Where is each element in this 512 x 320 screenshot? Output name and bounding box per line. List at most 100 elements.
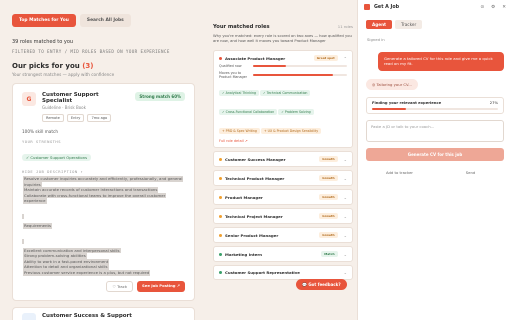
skill-chip: + PRD & Spec Writing bbox=[219, 128, 260, 134]
coach-input[interactable]: Paste a JD or talk to your coach... bbox=[366, 119, 504, 142]
progress-fill bbox=[372, 107, 407, 110]
role-name: Technical Project Manager bbox=[225, 213, 283, 219]
job-title-second[interactable]: Customer Success & Support bbox=[42, 313, 132, 319]
chevron-down-icon[interactable]: ⌄ bbox=[344, 252, 347, 257]
role-header: Marketing Intern Match ⌄ bbox=[219, 251, 347, 257]
role-badge: Growth bbox=[319, 194, 338, 200]
role-item[interactable]: Senior Product Manager Growth ⌄ bbox=[213, 227, 353, 243]
company-logo-second bbox=[22, 312, 36, 320]
progress-percent: 27% bbox=[489, 100, 498, 105]
skill-chip: ✓ Technical Communication bbox=[260, 90, 311, 96]
strengths-label: YOUR STRENGTHS bbox=[22, 139, 62, 144]
role-header: Senior Product Manager Growth ⌄ bbox=[219, 232, 347, 238]
settings-icon[interactable]: ⚙ bbox=[491, 5, 495, 10]
close-icon[interactable]: ✕ bbox=[502, 5, 506, 10]
chevron-down-icon[interactable]: ⌄ bbox=[344, 270, 347, 275]
app-logo-icon bbox=[364, 4, 370, 10]
qualified-bar-track bbox=[253, 65, 347, 67]
role-badge: Growth bbox=[319, 175, 338, 181]
chevron-down-icon[interactable]: ⌄ bbox=[344, 233, 347, 238]
role-badge: Growth bbox=[319, 156, 338, 162]
role-status-dot bbox=[219, 214, 222, 218]
role-badge: Growth bbox=[319, 213, 338, 219]
role-name: Associate Product Manager bbox=[225, 55, 286, 61]
chevron-down-icon[interactable]: ⌄ bbox=[344, 214, 347, 219]
agent-status-text: Tailoring your CV... bbox=[376, 81, 412, 87]
add-to-tracker-button[interactable]: Add to tracker bbox=[366, 167, 433, 178]
moves-bar: Moves you to Product Manager bbox=[219, 71, 347, 79]
chevron-up-icon[interactable]: ⌃ bbox=[344, 56, 347, 61]
tab-agent[interactable]: Agent bbox=[366, 20, 393, 29]
agent-status: ◎ Tailoring your CV... bbox=[366, 78, 418, 90]
description-line-wrap: Previous customer service experience is … bbox=[22, 269, 185, 276]
matched-roles-intro: Why you're matched: every role is scored… bbox=[213, 34, 352, 43]
moves-bar-label: Moves you to Product Manager bbox=[219, 71, 248, 79]
picks-count: (3) bbox=[82, 62, 94, 70]
job-card-second-header: Customer Success & Support bbox=[22, 312, 185, 320]
role-badge: Match bbox=[321, 251, 338, 257]
tab-tracker[interactable]: Tracker bbox=[395, 20, 423, 29]
filter-note: FILTERED TO ENTRY / MID ROLES BASED ON Y… bbox=[12, 49, 170, 54]
chevron-down-icon[interactable]: ⌄ bbox=[344, 176, 347, 181]
strength-chip: ✓ Customer Support Operations bbox=[22, 154, 92, 161]
role-status-dot bbox=[219, 252, 222, 256]
pin-icon[interactable]: ⊙ bbox=[480, 5, 484, 10]
job-description: Resolve customer inquiries accurately an… bbox=[22, 176, 185, 276]
description-line-wrap: experience bbox=[22, 198, 185, 204]
description-line: experience bbox=[23, 198, 47, 204]
job-company: Guideline · Brisk Book bbox=[42, 105, 86, 110]
role-item[interactable]: Customer Success Manager Growth ⌄ bbox=[213, 151, 353, 167]
track-button[interactable]: ♡ Track bbox=[106, 280, 134, 292]
role-header: Associate Product Manager Great spot ⌃ bbox=[219, 55, 347, 61]
description-line: Resolve customer inquiries accurately an… bbox=[23, 176, 184, 182]
job-card-header: G Customer Support Specialist Guideline … bbox=[22, 92, 185, 110]
chevron-down-icon[interactable]: ⌄ bbox=[344, 195, 347, 200]
description-line-wrap: Requirements bbox=[22, 222, 185, 229]
role-item-expanded[interactable]: Associate Product Manager Great spot ⌃ Q… bbox=[213, 50, 353, 148]
role-header: Technical Project Manager Growth ⌄ bbox=[219, 213, 347, 219]
toggle-description[interactable]: HIDE JOB DESCRIPTION ↑ bbox=[22, 169, 185, 174]
job-card-second: Customer Success & Support bbox=[12, 306, 195, 320]
role-item[interactable]: Technical Product Manager Growth ⌄ bbox=[213, 170, 353, 186]
progress-label: Finding your relevant experience bbox=[372, 100, 442, 105]
job-title[interactable]: Customer Support Specialist bbox=[42, 92, 129, 104]
matches-panel: Top Matches for You Search All Jobs 39 r… bbox=[0, 0, 205, 320]
job-card-actions: ♡ Track See Job Posting ↗ bbox=[22, 280, 185, 292]
generate-cv-button[interactable]: Generate CV for this job bbox=[366, 147, 504, 161]
progress-track bbox=[372, 107, 498, 110]
role-header: Product Manager Growth ⌄ bbox=[219, 194, 347, 200]
role-item[interactable]: Product Manager Growth ⌄ bbox=[213, 189, 353, 205]
moves-bar-fill bbox=[253, 74, 333, 76]
progress-header: Finding your relevant experience 27% bbox=[372, 101, 498, 105]
description-line: Previous customer service experience is … bbox=[23, 269, 151, 276]
see-job-posting-button[interactable]: See Job Posting ↗ bbox=[137, 280, 185, 292]
tab-search-all-jobs[interactable]: Search All Jobs bbox=[79, 14, 131, 27]
tab-top-matches[interactable]: Top Matches for You bbox=[12, 14, 76, 27]
role-item[interactable]: Marketing Intern Match ⌄ bbox=[213, 246, 353, 262]
match-count: 39 roles matched to you bbox=[12, 39, 74, 45]
progress-card: Finding your relevant experience 27% bbox=[366, 96, 504, 114]
strength-text: Customer Support Operations bbox=[30, 155, 88, 160]
role-status-dot bbox=[219, 56, 222, 60]
agent-titlebar: Get A Job ⊙ ⚙ ✕ bbox=[358, 0, 512, 14]
description-line-wrap: Resolve customer inquiries accurately an… bbox=[22, 176, 185, 182]
feedback-button[interactable]: 💬 Got feedback? bbox=[296, 279, 347, 290]
matched-roles-title: Your matched roles bbox=[213, 24, 270, 30]
role-item[interactable]: Customer Support Representative ⌄ bbox=[213, 265, 353, 280]
role-name: Customer Support Representative bbox=[225, 270, 300, 275]
send-button[interactable]: Send bbox=[437, 167, 504, 178]
role-status-dot bbox=[219, 176, 222, 180]
full-role-detail-link[interactable]: Full role detail ↗ bbox=[219, 139, 347, 143]
picks-title: Our picks for you bbox=[12, 62, 80, 70]
description-spacer bbox=[22, 213, 24, 219]
role-badge: Growth bbox=[319, 232, 338, 238]
role-list: Customer Success Manager Growth ⌄ Technical… bbox=[213, 151, 353, 280]
app-title: Get A Job bbox=[374, 4, 400, 10]
chevron-down-icon[interactable]: ⌄ bbox=[344, 157, 347, 162]
role-item[interactable]: Technical Project Manager Growth ⌄ bbox=[213, 208, 353, 224]
role-name: Customer Success Manager bbox=[225, 156, 286, 162]
skill-chip: ✓ Problem Solving bbox=[278, 109, 314, 115]
agent-actions: Add to tracker Send bbox=[366, 167, 504, 178]
agent-panel: Get A Job ⊙ ⚙ ✕ Agent Tracker Signed in … bbox=[357, 0, 512, 320]
role-skills: ✓ Analytical Thinking ✓ Technical Communi… bbox=[219, 79, 347, 136]
